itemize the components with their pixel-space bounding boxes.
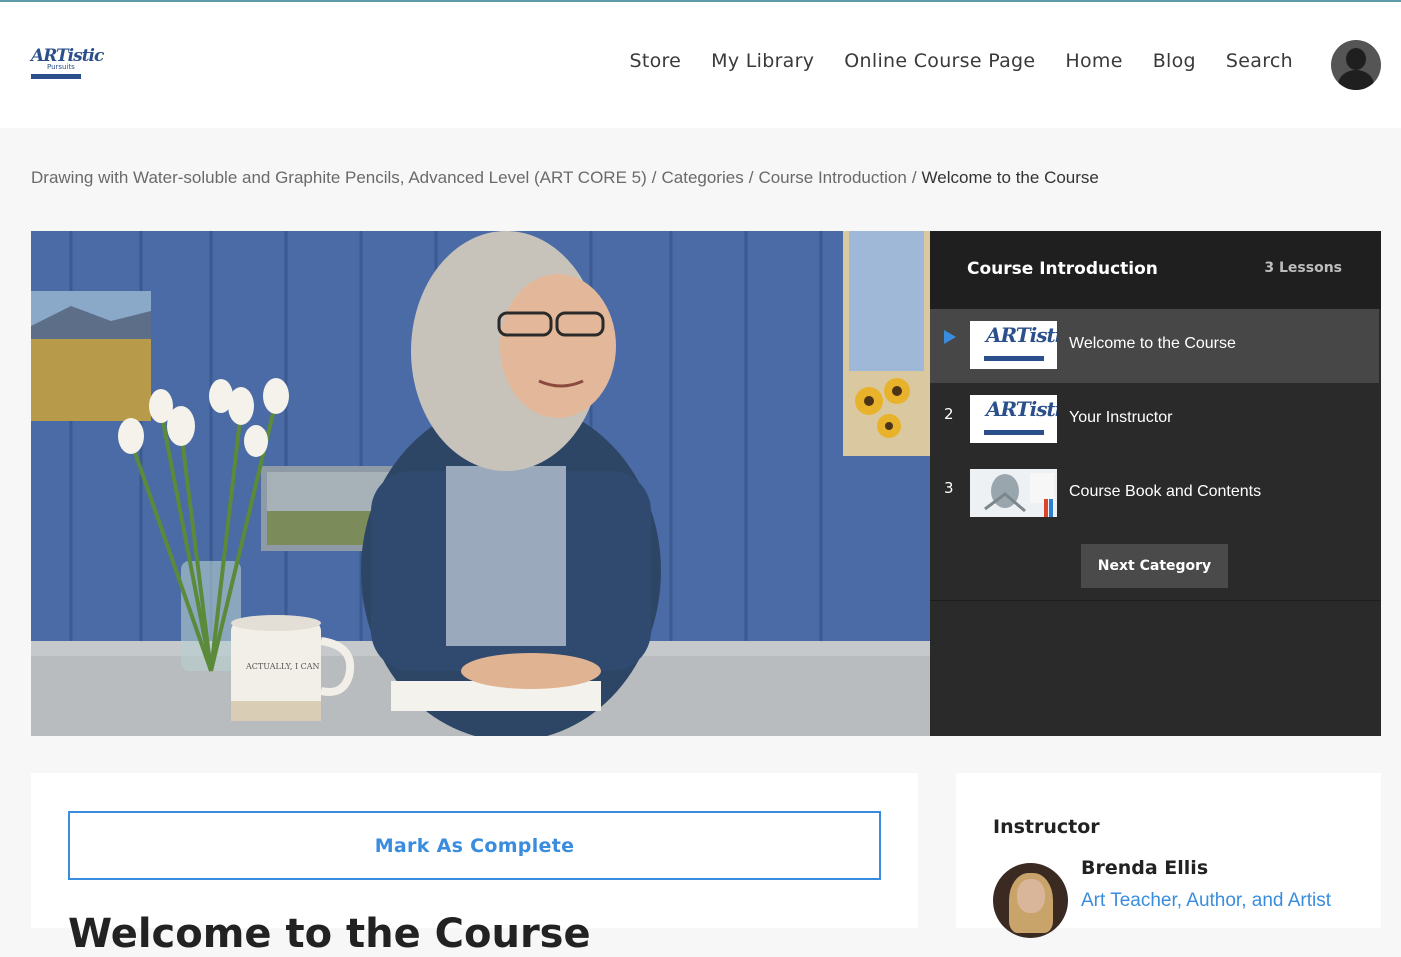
lesson-label: Your Instructor [1069, 409, 1173, 426]
video-frame: ACTUALLY, I CAN [31, 231, 930, 736]
instructor-card: Instructor Brenda Ellis Art Teacher, Aut… [956, 773, 1381, 938]
lesson-item-course-book[interactable]: 3 Course Book and Contents [930, 457, 1379, 531]
nav-store[interactable]: Store [629, 50, 681, 72]
nav-home[interactable]: Home [1065, 50, 1122, 72]
breadcrumb-separator: / [748, 168, 754, 187]
user-avatar[interactable] [1331, 40, 1381, 90]
logo-subtext: Pursuits [47, 63, 75, 71]
sidebar-header: Course Introduction 3 Lessons [930, 231, 1381, 309]
lesson-thumbnail: ARTistic [970, 395, 1057, 443]
lesson-label: Course Book and Contents [1069, 483, 1262, 500]
main-nav: Store My Library Online Course Page Home… [599, 50, 1293, 72]
breadcrumb-current: Welcome to the Course [921, 168, 1099, 187]
nav-search[interactable]: Search [1226, 50, 1293, 72]
sidebar-lower-panel [930, 600, 1381, 736]
lesson-number: 3 [944, 479, 954, 497]
thumb-logo-text: ARTistic [986, 323, 1057, 347]
thumb-logo-bar [984, 430, 1044, 435]
logo-bar [31, 74, 81, 79]
instructor-face-shape [1017, 879, 1045, 913]
breadcrumb-course[interactable]: Drawing with Water-soluble and Graphite … [31, 168, 647, 187]
nav-blog[interactable]: Blog [1153, 50, 1196, 72]
breadcrumb: Drawing with Water-soluble and Graphite … [31, 168, 1099, 188]
video-player[interactable]: ACTUALLY, I CAN [31, 231, 930, 736]
breadcrumb-categories[interactable]: Categories [661, 168, 743, 187]
breadcrumb-separator: / [651, 168, 657, 187]
instructor-title: Instructor [993, 816, 1100, 838]
lesson-heading: Welcome to the Course [68, 911, 591, 957]
avatar-head-shape [1346, 48, 1366, 70]
instructor-role[interactable]: Art Teacher, Author, and Artist [1081, 888, 1351, 915]
breadcrumb-course-introduction[interactable]: Course Introduction [758, 168, 906, 187]
lesson-content-card: Mark As Complete Welcome to the Course [31, 773, 918, 957]
instructor-photo [993, 863, 1068, 938]
lesson-thumbnail: ARTistic [970, 321, 1057, 369]
site-header: ARTistic Pursuits Store My Library Onlin… [0, 2, 1401, 128]
lesson-label: Welcome to the Course [1069, 335, 1236, 352]
breadcrumb-separator: / [911, 168, 917, 187]
mug-caption: ACTUALLY, I CAN [245, 662, 320, 671]
lesson-thumbnail [970, 469, 1057, 517]
lesson-item-instructor[interactable]: 2 ARTistic Your Instructor [930, 383, 1379, 457]
book-cover-image [970, 469, 1057, 517]
play-icon [944, 330, 956, 344]
thumb-logo-bar [984, 356, 1044, 361]
avatar-body-shape [1338, 70, 1374, 90]
thumb-logo-text: ARTistic [986, 397, 1057, 421]
nav-my-library[interactable]: My Library [711, 50, 814, 72]
next-category-button[interactable]: Next Category [1081, 544, 1228, 588]
mark-complete-button[interactable]: Mark As Complete [68, 811, 881, 880]
lesson-sidebar: Course Introduction 3 Lessons ARTistic W… [930, 231, 1381, 736]
lesson-item-welcome[interactable]: ARTistic Welcome to the Course [930, 309, 1379, 383]
sidebar-title: Course Introduction [967, 259, 1158, 279]
site-logo[interactable]: ARTistic Pursuits [31, 46, 104, 84]
lesson-number: 2 [944, 405, 954, 423]
nav-online-course-page[interactable]: Online Course Page [844, 50, 1035, 72]
instructor-name[interactable]: Brenda Ellis [1081, 857, 1208, 879]
lesson-count: 3 Lessons [1264, 260, 1342, 276]
